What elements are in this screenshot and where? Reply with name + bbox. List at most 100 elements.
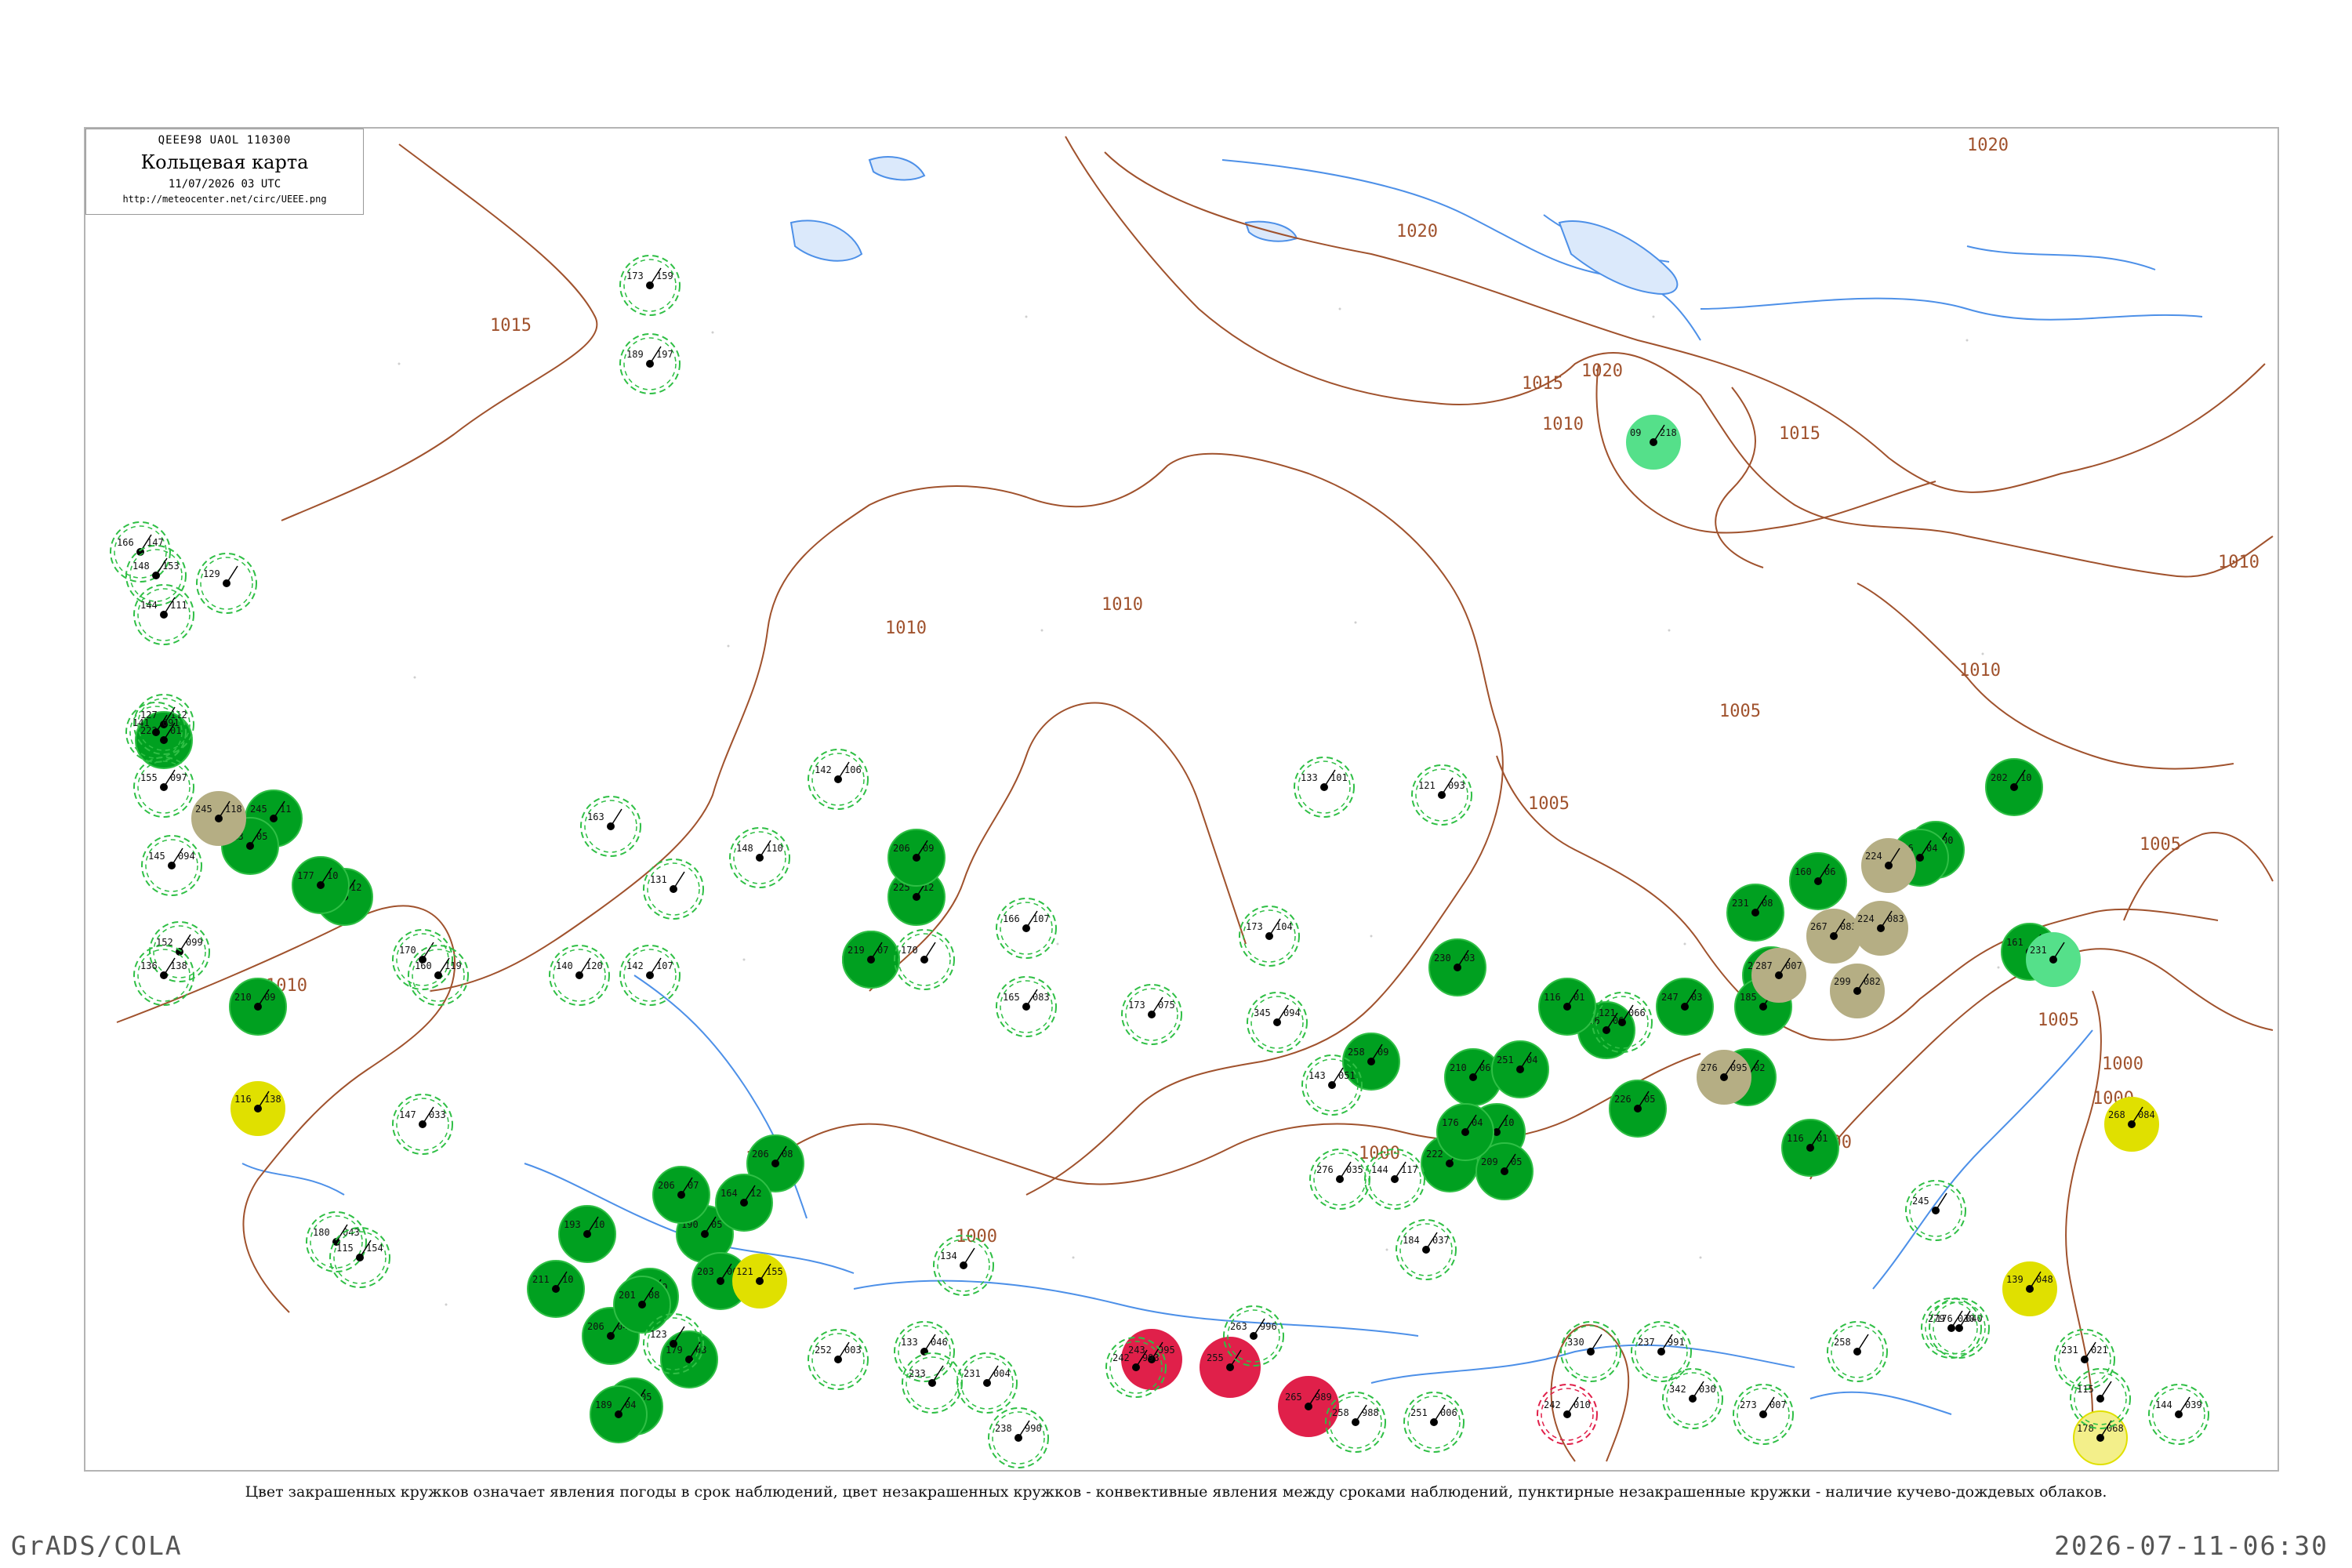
station-plot-dashed: 165 083 [996, 976, 1057, 1037]
temperature-value: 145 [148, 851, 165, 862]
temperature-value: 252 [815, 1345, 832, 1356]
temperature-value: 231 [1732, 898, 1749, 909]
temperature-value: 155 [140, 772, 158, 783]
station-plot-haze: 276 095 [1697, 1050, 1751, 1105]
temperature-value: 176 [1442, 1117, 1459, 1128]
station-plot-shower: 206 09 [887, 829, 946, 887]
temperature-value: 203 [697, 1266, 714, 1277]
temperature-value: 166 [117, 537, 134, 548]
temperature-value: 160 [1795, 866, 1812, 877]
station-plot-shower: 226 05 [1609, 1080, 1667, 1138]
temperature-value: 230 [1434, 953, 1451, 964]
wind-barb-icon [673, 871, 685, 890]
isobar-label: 1015 [1522, 374, 1563, 394]
map-caption: Цвет закрашенных кружков означает явлени… [245, 1483, 2107, 1501]
temperature-value: 173 [626, 270, 644, 281]
temperature-value: 148 [132, 561, 150, 572]
isobar-label: 1005 [1719, 702, 1761, 721]
station-plot-dashed: 180 043 [306, 1211, 367, 1272]
temperature-value: 345 [1254, 1007, 1271, 1018]
temperature-value: 209 [1481, 1156, 1498, 1167]
station-plot-shower: 202 10 [1985, 758, 2043, 816]
temperature-value: 147 [399, 1109, 416, 1120]
isobar-label: 1005 [1528, 794, 1570, 814]
isobar-label: 1010 [1542, 415, 1584, 434]
station-plot-shower: 219 07 [842, 931, 900, 989]
station-plot-dashed: 345 094 [1247, 992, 1308, 1053]
temperature-value: 206 [658, 1180, 675, 1191]
temperature-value: 265 [1285, 1392, 1302, 1403]
station-plot-shower: 231 08 [1726, 884, 1784, 942]
station-plot-dashed: 189 197 [619, 333, 681, 394]
temperature-value: 136 [140, 960, 158, 971]
station-plot-shower: 189 04 [590, 1385, 648, 1443]
temperature-value: 245 [195, 804, 212, 815]
temperature-value: 165 [1003, 992, 1020, 1003]
station-plot-dashed: 252 003 [808, 1329, 869, 1390]
temperature-value: 148 [736, 843, 753, 854]
temperature-value: 116 [234, 1094, 252, 1105]
isobar-labels: 1020 1020 1020 1015 1015 1015 1010 1010 … [266, 136, 2259, 1247]
isobar-label: 1015 [1779, 424, 1820, 444]
station-plot-dashed: 273 007 [1733, 1384, 1794, 1445]
temperature-value: 224 [1857, 913, 1875, 924]
temperature-value: 161 [2006, 937, 2024, 948]
temperature-value: 139 [2006, 1274, 2024, 1285]
station-plot-shower: 211 10 [527, 1260, 585, 1318]
wind-barb-icon [931, 1365, 944, 1384]
station-plot-dashed: 133 101 [1294, 757, 1355, 818]
station-plot-dashed: 342 030 [1662, 1368, 1723, 1429]
station-plot-dashed: 140 120 [549, 945, 610, 1006]
temperature-value: 202 [1991, 772, 2008, 783]
station-plot-dashed: 115 154 [329, 1227, 390, 1288]
station-plot-haze: 224 [1861, 838, 1916, 893]
temperature-value: 133 [1301, 772, 1318, 783]
station-plot-dashed: 144 111 [133, 584, 194, 645]
wind-barb-icon [2100, 1381, 2112, 1399]
temperature-value: 287 [1755, 960, 1773, 971]
temperature-value: 342 [1669, 1384, 1686, 1395]
temperature-value: 144 [140, 600, 158, 611]
station-plot-dashed: 160 119 [408, 945, 469, 1006]
isobar-label: 1020 [1396, 222, 1438, 241]
temperature-value: 238 [995, 1423, 1012, 1434]
temperature-value: 299 [1834, 976, 1851, 987]
temperature-value: 116 [1544, 992, 1561, 1003]
isobar-label: 1010 [2218, 553, 2259, 572]
temperature-value: 133 [901, 1337, 918, 1348]
temperature-value: 242 [1112, 1352, 1130, 1363]
station-plot-shower: 164 12 [715, 1174, 773, 1232]
wind-barb-icon [226, 565, 238, 584]
station-plot-storm: 178 068 [2073, 1410, 2128, 1465]
station-plot-dashed: 238 990 [988, 1407, 1049, 1468]
temperature-value: 268 [2108, 1109, 2125, 1120]
temperature-value: 170 [399, 945, 416, 956]
temperature-value: 255 [1207, 1352, 1224, 1363]
station-plot-haze: 224 083 [1853, 901, 1908, 956]
station-plot-dashed: 131 [643, 858, 704, 920]
temperature-value: 184 [1403, 1235, 1420, 1246]
map-canvas: 1020 1020 1020 1015 1015 1015 1010 1010 … [110, 136, 2274, 1468]
station-plot-haze: 287 007 [1751, 948, 1806, 1003]
station-plot-shower: 251 04 [1491, 1040, 1549, 1098]
station-plot-dashed: 143 051 [1301, 1054, 1363, 1116]
temperature-value: 206 [752, 1149, 769, 1160]
temperature-value: 185 [1740, 992, 1757, 1003]
temperature-value: 201 [619, 1290, 636, 1301]
temperature-value: 273 [1740, 1399, 1757, 1410]
map-title: Кольцевая карта [140, 151, 309, 173]
temperature-value: 222 [1426, 1149, 1443, 1160]
temperature-value: 134 [940, 1250, 957, 1261]
station-plot-shower: 116 01 [1781, 1119, 1839, 1177]
wind-barb-icon [924, 942, 936, 960]
temperature-value: 224 [1865, 851, 1882, 862]
map-url[interactable]: http://meteocenter.net/circ/UEEE.png [86, 194, 363, 205]
map-datetime: 11/07/2026 03 UTC [168, 178, 281, 191]
temperature-value: 142 [815, 764, 832, 775]
temperature-value: 115 [336, 1243, 354, 1254]
temperature-value: 267 [1810, 921, 1828, 932]
station-plot-shower: 210 09 [229, 978, 287, 1036]
temperature-value: 226 [1614, 1094, 1632, 1105]
temperature-value: 211 [532, 1274, 550, 1285]
station-plot-storm: 268 084 [2104, 1097, 2159, 1152]
